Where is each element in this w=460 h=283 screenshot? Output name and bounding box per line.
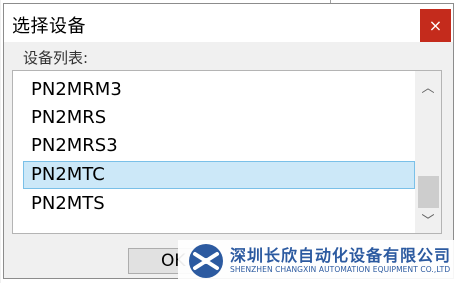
list-item-pn2mrm3[interactable]: PN2MRM3	[23, 76, 415, 104]
background-edge	[0, 0, 1, 283]
device-list-label: 设备列表:	[23, 49, 89, 67]
title-bar[interactable]: 选择设备 ×	[4, 4, 453, 42]
close-icon: ×	[428, 16, 443, 35]
changxin-logo-icon	[189, 244, 223, 278]
scroll-down-icon[interactable]: ﹀	[415, 210, 441, 233]
company-name-cn: 深圳长欣自动化设备有限公司	[230, 246, 452, 265]
company-watermark: 深圳长欣自动化设备有限公司 SHENZHEN CHANGXIN AUTOMATI…	[178, 240, 460, 283]
list-item-pn2mrs3[interactable]: PN2MRS3	[23, 132, 415, 160]
device-listbox[interactable]: PN2MRM3 PN2MRS PN2MRS3 PN2MTC PN2MTS ︿ ﹀	[12, 70, 442, 234]
list-item-pn2mrs[interactable]: PN2MRS	[23, 104, 415, 132]
scroll-thumb[interactable]	[418, 176, 439, 208]
list-item-pn2mts[interactable]: PN2MTS	[23, 190, 415, 218]
select-device-dialog: 选择设备 × 设备列表: PN2MRM3 PN2MRS PN2MRS3 PN2M…	[3, 3, 454, 279]
dialog-title: 选择设备	[12, 16, 86, 37]
vertical-scrollbar[interactable]: ︿ ﹀	[415, 71, 441, 233]
scroll-up-icon[interactable]: ︿	[415, 77, 441, 101]
company-name-en: SHENZHEN CHANGXIN AUTOMATION EQUIPMENT C…	[230, 265, 451, 274]
list-item-pn2mtc-selected[interactable]: PN2MTC	[23, 161, 415, 189]
close-button[interactable]: ×	[420, 9, 451, 42]
